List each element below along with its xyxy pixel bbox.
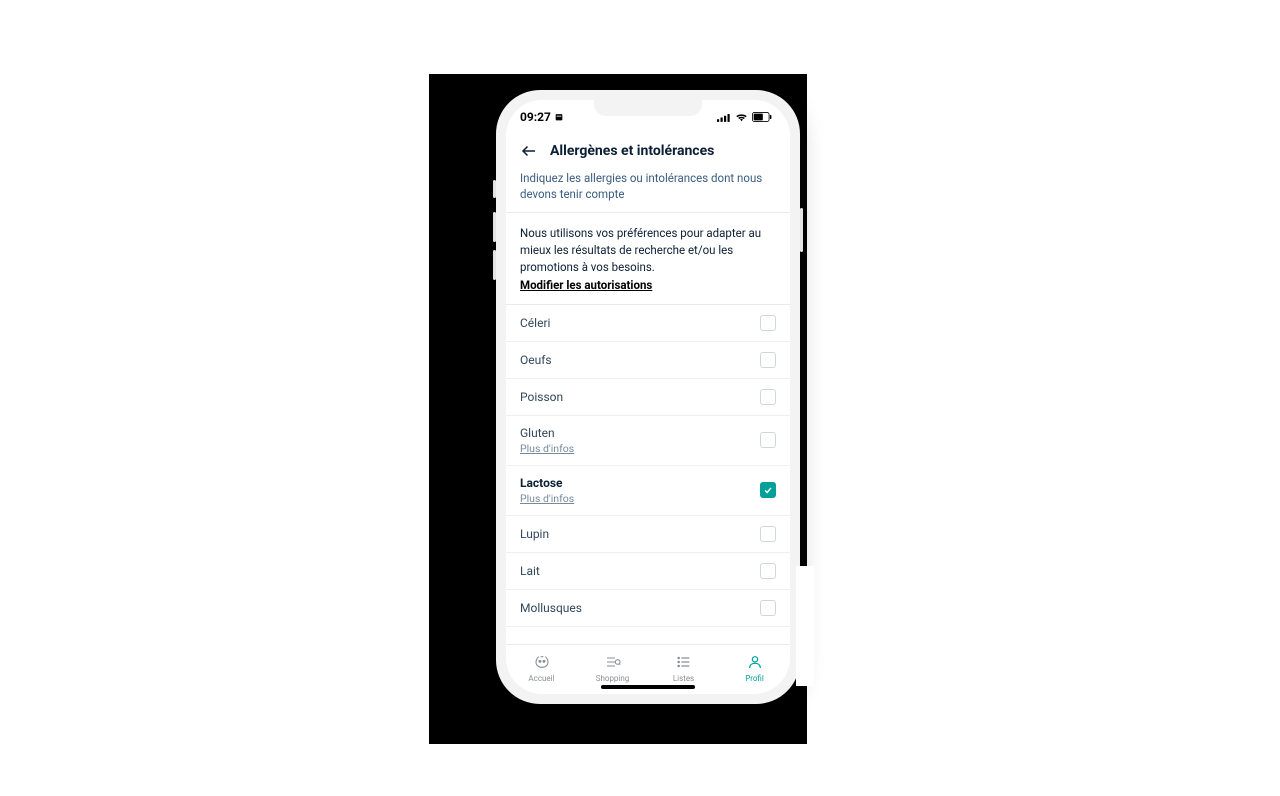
allergen-label: Lupin <box>520 527 549 541</box>
tab-label: Accueil <box>528 674 554 683</box>
allergen-checkbox[interactable] <box>760 600 776 616</box>
status-time: 09:27 <box>520 110 551 124</box>
allergen-row[interactable]: Gluten Plus d'infos <box>506 416 790 466</box>
allergen-label: Gluten <box>520 426 574 440</box>
allergen-label: Mollusques <box>520 601 582 615</box>
allergen-label: Lait <box>520 564 540 578</box>
allergen-row[interactable]: Lait <box>506 553 790 590</box>
accueil-icon <box>534 654 550 672</box>
phone-power-button <box>800 208 803 252</box>
allergen-label: Oeufs <box>520 353 552 367</box>
page-subtitle: Indiquez les allergies ou intolérances d… <box>506 168 790 212</box>
preferences-text: Nous utilisons vos préférences pour adap… <box>520 225 776 275</box>
cellular-icon <box>717 113 731 122</box>
phone-frame: 09:27 Allergènes et intolérances Indique… <box>496 90 800 704</box>
allergen-row[interactable]: Lupin <box>506 516 790 553</box>
home-indicator <box>601 685 695 689</box>
allergen-row[interactable]: Lactose Plus d'infos <box>506 466 790 516</box>
allergen-row[interactable]: Poisson <box>506 379 790 416</box>
listes-icon <box>676 654 692 672</box>
phone-screen: 09:27 Allergènes et intolérances Indique… <box>506 100 790 694</box>
light-edge <box>796 566 814 686</box>
phone-volume-down <box>493 250 496 280</box>
notch <box>594 100 702 116</box>
phone-mute-switch <box>493 180 496 198</box>
allergen-row[interactable]: Mollusques <box>506 590 790 627</box>
tab-shopping[interactable]: Shopping <box>577 654 648 683</box>
allergen-row[interactable]: Céleri <box>506 305 790 342</box>
tab-label: Listes <box>673 674 694 683</box>
allergen-row[interactable]: Oeufs <box>506 342 790 379</box>
phone-volume-up <box>493 212 496 242</box>
tab-label: Profil <box>745 674 764 683</box>
back-button[interactable] <box>518 140 540 162</box>
profil-icon <box>747 654 763 672</box>
allergen-checkbox[interactable] <box>760 482 776 498</box>
preferences-block: Nous utilisons vos préférences pour adap… <box>506 212 790 305</box>
allergen-label: Céleri <box>520 316 550 330</box>
more-info-link[interactable]: Plus d'infos <box>520 442 574 455</box>
arrow-left-icon <box>520 142 538 160</box>
tab-listes[interactable]: Listes <box>648 654 719 683</box>
modify-permissions-link[interactable]: Modifier les autorisations <box>520 277 652 294</box>
wifi-icon <box>735 113 748 122</box>
allergen-checkbox[interactable] <box>760 315 776 331</box>
calendar-icon <box>554 112 564 122</box>
allergen-list: CéleriOeufsPoissonGlutenPlus d'infosLact… <box>506 305 790 644</box>
tab-accueil[interactable]: Accueil <box>506 654 577 683</box>
check-icon <box>763 485 773 495</box>
page-title: Allergènes et intolérances <box>550 143 714 159</box>
backdrop-panel: 09:27 Allergènes et intolérances Indique… <box>429 74 807 744</box>
header: Allergènes et intolérances <box>506 134 790 168</box>
allergen-label: Poisson <box>520 390 563 404</box>
tab-profil[interactable]: Profil <box>719 654 790 683</box>
tab-label: Shopping <box>596 674 630 683</box>
allergen-checkbox[interactable] <box>760 352 776 368</box>
shopping-icon <box>605 654 621 672</box>
battery-icon <box>752 112 772 122</box>
more-info-link[interactable]: Plus d'infos <box>520 492 574 505</box>
allergen-label: Lactose <box>520 476 574 490</box>
allergen-checkbox[interactable] <box>760 389 776 405</box>
allergen-checkbox[interactable] <box>760 526 776 542</box>
allergen-checkbox[interactable] <box>760 563 776 579</box>
allergen-checkbox[interactable] <box>760 432 776 448</box>
